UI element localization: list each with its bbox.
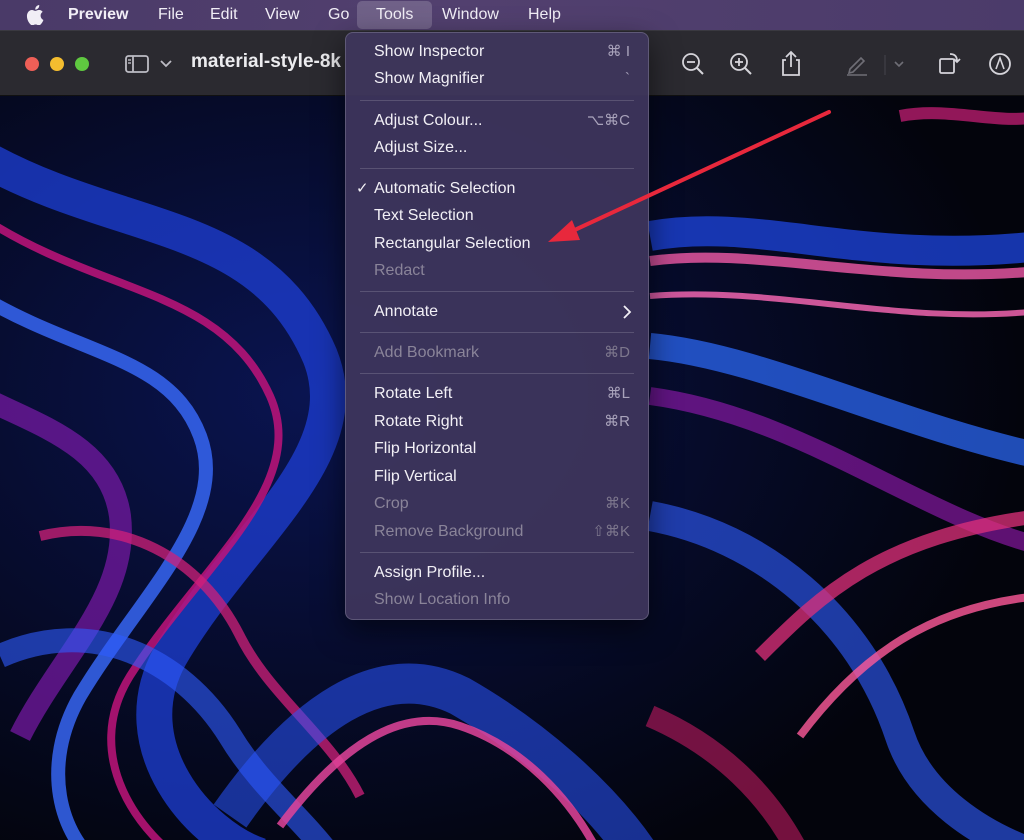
menu-item-label: Add Bookmark <box>374 344 479 361</box>
menu-item-label: Rectangular Selection <box>374 235 531 252</box>
menu-item-label: Flip Vertical <box>374 468 457 485</box>
menu-app-preview[interactable]: Preview <box>59 0 137 30</box>
menu-item-crop: Crop ⌘K <box>346 491 648 517</box>
close-window-button[interactable] <box>25 57 39 71</box>
chevron-down-icon[interactable] <box>156 49 186 79</box>
menu-item-show-magnifier[interactable]: Show Magnifier ` <box>346 66 648 92</box>
menu-item-shortcut: ⇧⌘K <box>592 523 630 540</box>
menu-item-remove-background: Remove Background ⇧⌘K <box>346 519 648 545</box>
menu-item-shortcut: ⌥⌘C <box>586 112 630 129</box>
menu-separator <box>360 100 634 101</box>
menu-item-label: Flip Horizontal <box>374 440 477 457</box>
menu-item-show-inspector[interactable]: Show Inspector ⌘ I <box>346 39 648 65</box>
menu-item-shortcut: ⌘ I <box>606 43 630 60</box>
menu-item-label: Automatic Selection <box>374 180 516 197</box>
menu-item-label: Remove Background <box>374 523 524 540</box>
menu-item-flip-vertical[interactable]: Flip Vertical <box>346 464 648 490</box>
menu-help[interactable]: Help <box>519 0 570 30</box>
menu-item-assign-profile[interactable]: Assign Profile... <box>346 560 648 586</box>
menu-bar: Preview File Edit View Go Tools Window H… <box>0 0 1024 30</box>
menu-item-label: Assign Profile... <box>374 564 486 581</box>
menu-item-label: Adjust Colour... <box>374 112 483 129</box>
menu-item-label: Show Magnifier <box>374 70 485 87</box>
menu-item-shortcut: ` <box>625 70 630 87</box>
menu-item-shortcut: ⌘R <box>604 413 630 430</box>
sidebar-icon[interactable] <box>123 49 153 79</box>
minimize-window-button[interactable] <box>50 57 64 71</box>
menu-item-redact: Redact <box>346 258 648 284</box>
chevron-down-icon[interactable] <box>884 49 914 79</box>
menu-item-label: Show Inspector <box>374 43 485 60</box>
menu-file[interactable]: File <box>149 0 193 30</box>
menu-item-label: Crop <box>374 495 409 512</box>
menu-item-automatic-selection[interactable]: ✓ Automatic Selection <box>346 176 648 202</box>
annotate-circle-icon[interactable] <box>985 49 1015 79</box>
menu-item-label: Adjust Size... <box>374 139 468 156</box>
menu-item-adjust-size[interactable]: Adjust Size... <box>346 135 648 161</box>
menu-separator <box>360 552 634 553</box>
menu-item-text-selection[interactable]: Text Selection <box>346 203 648 229</box>
zoom-in-icon[interactable] <box>726 49 756 79</box>
menu-item-add-bookmark: Add Bookmark ⌘D <box>346 340 648 366</box>
menu-item-label: Text Selection <box>374 207 474 224</box>
menu-item-adjust-colour[interactable]: Adjust Colour... ⌥⌘C <box>346 108 648 134</box>
menu-view[interactable]: View <box>256 0 308 30</box>
menu-item-rotate-right[interactable]: Rotate Right ⌘R <box>346 409 648 435</box>
checkmark-icon: ✓ <box>356 180 369 197</box>
menu-tools[interactable]: Tools <box>357 1 433 29</box>
zoom-window-button[interactable] <box>75 57 89 71</box>
menu-item-label: Show Location Info <box>374 591 511 608</box>
menu-item-shortcut: ⌘L <box>606 385 630 402</box>
menu-item-flip-horizontal[interactable]: Flip Horizontal <box>346 436 648 462</box>
markup-pen-icon[interactable] <box>842 49 872 79</box>
zoom-out-icon[interactable] <box>678 49 708 79</box>
menu-item-shortcut: ⌘D <box>604 344 630 361</box>
menu-item-show-location-info: Show Location Info <box>346 587 648 613</box>
menu-separator <box>360 373 634 374</box>
menu-separator <box>360 291 634 292</box>
menu-edit[interactable]: Edit <box>201 0 247 30</box>
menu-separator <box>360 332 634 333</box>
chevron-right-icon <box>623 305 632 319</box>
menu-item-label: Annotate <box>374 303 439 320</box>
menu-item-rectangular-selection[interactable]: Rectangular Selection <box>346 231 648 257</box>
menu-go[interactable]: Go <box>319 0 358 30</box>
menu-window[interactable]: Window <box>433 0 508 30</box>
share-icon[interactable] <box>776 49 806 79</box>
menu-item-label: Rotate Right <box>374 413 463 430</box>
tools-menu: Show Inspector ⌘ I Show Magnifier ` Adju… <box>345 32 649 620</box>
menu-item-label: Rotate Left <box>374 385 453 402</box>
menu-item-rotate-left[interactable]: Rotate Left ⌘L <box>346 381 648 407</box>
apple-logo-icon[interactable] <box>26 5 44 25</box>
menu-item-label: Redact <box>374 262 425 279</box>
menu-item-shortcut: ⌘K <box>604 495 630 512</box>
menu-item-annotate[interactable]: Annotate <box>346 299 648 325</box>
document-title: material-style-8k <box>191 51 341 72</box>
rotate-icon[interactable] <box>934 49 964 79</box>
menu-separator <box>360 168 634 169</box>
